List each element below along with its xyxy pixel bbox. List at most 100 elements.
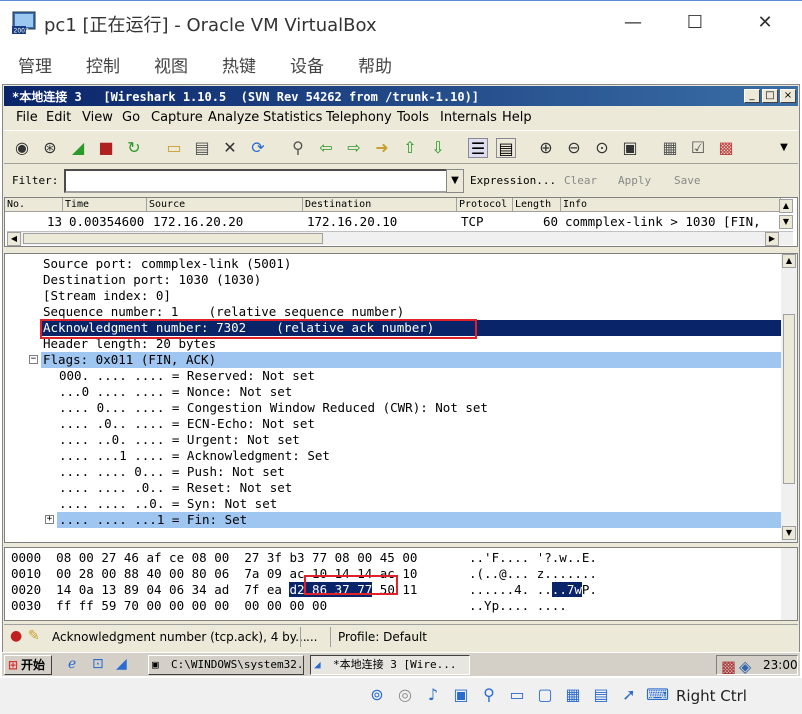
ascii-row[interactable]: ......4. ....7wP. — [469, 582, 597, 598]
detail-row[interactable]: .... ..0. .... = Urgent: Not set — [5, 432, 781, 448]
packet-protocol[interactable]: TCP — [461, 214, 484, 229]
detail-row[interactable]: [Stream index: 0] — [5, 288, 781, 304]
scroll-right-icon[interactable]: ▶ — [765, 232, 779, 246]
menu-internals[interactable]: Internals — [440, 110, 497, 125]
menu-statistics[interactable]: Statistics — [263, 110, 322, 125]
col-header-time[interactable]: Time — [63, 198, 147, 212]
desktop-icon[interactable]: ⊡ — [92, 656, 104, 672]
ascii-row[interactable]: .(..@... z....... — [469, 566, 597, 582]
col-header-no[interactable]: No. — [5, 198, 63, 212]
packet-length[interactable]: 60 — [543, 214, 558, 229]
display-icon[interactable]: ▢ — [534, 684, 556, 706]
scroll-up-icon[interactable]: ▲ — [779, 199, 793, 213]
col-header-source[interactable]: Source — [147, 198, 303, 212]
ws-maximize-button[interactable]: □ — [762, 89, 778, 103]
audio-icon[interactable]: ♪ — [422, 684, 444, 706]
menu-manage[interactable]: 管理 — [18, 52, 52, 77]
packet-no[interactable]: 13 — [47, 214, 62, 229]
recording-icon[interactable]: ▦ — [562, 684, 584, 706]
expand-icon[interactable]: + — [45, 515, 54, 524]
restart-capture-icon[interactable]: ↻ — [124, 138, 144, 158]
go-back-icon[interactable]: ⇦ — [316, 138, 336, 158]
hard-disk-icon[interactable]: ⊚ — [366, 684, 388, 706]
ascii-row[interactable]: ..'F.... '?.w..E. — [469, 550, 597, 566]
open-file-icon[interactable]: ▭ — [164, 138, 184, 158]
start-button[interactable]: ⊞ 开始 — [4, 655, 52, 675]
go-forward-icon[interactable]: ⇨ — [344, 138, 364, 158]
colorize-icon[interactable]: ☰ — [468, 138, 488, 158]
hscroll-thumb[interactable] — [23, 233, 323, 244]
scroll-left-icon[interactable]: ◀ — [7, 232, 21, 246]
bytes-vscroll[interactable] — [781, 548, 797, 620]
task-cmd[interactable]: ▣ C:\WINDOWS\system32... — [148, 655, 304, 675]
menu-telephony[interactable]: Telephony — [326, 110, 392, 125]
filter-dropdown-icon[interactable]: ▼ — [446, 169, 464, 193]
ascii-row[interactable]: ..Yp.... .... — [469, 598, 567, 614]
status-profile[interactable]: Profile: Default — [338, 630, 427, 644]
detail-row[interactable]: .... .... ..0. = Syn: Not set — [5, 496, 781, 512]
detail-row[interactable]: ...0 .... .... = Nonce: Not set — [5, 384, 781, 400]
resize-columns-icon[interactable]: ▣ — [620, 138, 640, 158]
menu-file[interactable]: File — [16, 110, 38, 125]
interfaces-icon[interactable]: ◉ — [12, 138, 32, 158]
start-capture-icon[interactable]: ◢ — [68, 138, 88, 158]
close-file-icon[interactable]: ✕ — [220, 138, 240, 158]
col-header-info[interactable]: Info — [561, 198, 781, 212]
menu-help[interactable]: Help — [502, 110, 532, 125]
capture-filters-icon[interactable]: ▦ — [660, 138, 680, 158]
usb-icon[interactable]: ⚲ — [478, 684, 500, 706]
clear-button[interactable]: Clear — [564, 174, 597, 187]
first-packet-icon[interactable]: ⇧ — [400, 138, 420, 158]
zoom-out-icon[interactable]: ⊖ — [564, 138, 584, 158]
packet-bytes[interactable]: 0000 08 00 27 46 af ce 08 00 27 3f b3 77… — [4, 547, 798, 621]
packet-time[interactable]: 0.00354600 — [69, 214, 144, 229]
menu-tools[interactable]: Tools — [397, 110, 429, 125]
minimize-button[interactable]: — — [610, 9, 656, 37]
network-icon[interactable]: ▣ — [450, 684, 472, 706]
packet-source[interactable]: 172.16.20.20 — [153, 214, 243, 229]
filter-input[interactable] — [64, 169, 448, 193]
display-filters-icon[interactable]: ☑ — [688, 138, 708, 158]
ws-minimize-button[interactable]: _ — [744, 89, 760, 103]
maximize-button[interactable]: ☐ — [672, 9, 718, 37]
packet-info[interactable]: commplex-link > 1030 [FIN, — [565, 214, 761, 229]
hex-row[interactable]: 0000 08 00 27 46 af ce 08 00 27 3f b3 77… — [11, 550, 417, 566]
hex-row[interactable]: 0030 ff ff 59 70 00 00 00 00 00 00 00 00 — [11, 598, 327, 614]
detail-row[interactable]: + .... .... ...1 = Fin: Set — [45, 512, 781, 528]
find-packet-icon[interactable]: ⚲ — [288, 138, 308, 158]
col-header-destination[interactable]: Destination — [303, 198, 457, 212]
zoom-in-icon[interactable]: ⊕ — [536, 138, 556, 158]
col-header-protocol[interactable]: Protocol — [457, 198, 513, 212]
menu-view[interactable]: View — [82, 110, 113, 125]
reload-icon[interactable]: ⟳ — [248, 138, 268, 158]
menu-view[interactable]: 视图 — [154, 52, 188, 77]
toolbar-overflow-icon[interactable]: ▼ — [774, 138, 794, 158]
scroll-down-icon[interactable]: ▼ — [782, 526, 796, 540]
cpu-icon[interactable]: ▤ — [590, 684, 612, 706]
expression-button[interactable]: Expression... — [470, 174, 556, 187]
col-header-length[interactable]: Length — [513, 198, 561, 212]
volume-tray-icon[interactable]: ◈ — [739, 657, 751, 676]
mouse-integration-icon[interactable]: ➚ — [618, 684, 640, 706]
detail-row[interactable]: Destination port: 1030 (1030) — [5, 272, 781, 288]
apply-button[interactable]: Apply — [618, 174, 651, 187]
detail-row[interactable]: Source port: commplex-link (5001) — [5, 256, 781, 272]
ie-icon[interactable]: ℯ — [68, 656, 76, 672]
packet-destination[interactable]: 172.16.20.10 — [307, 214, 397, 229]
menu-analyze[interactable]: Analyze — [208, 110, 259, 125]
detail-row[interactable]: Sequence number: 1 (relative sequence nu… — [5, 304, 781, 320]
stop-capture-icon[interactable]: ■ — [96, 138, 116, 158]
menu-devices[interactable]: 设备 — [290, 52, 324, 77]
packet-details[interactable]: Source port: commplex-link (5001) Destina… — [4, 253, 798, 543]
coloring-rules-icon[interactable]: ▩ — [716, 138, 736, 158]
menu-control[interactable]: 控制 — [86, 52, 120, 77]
scroll-up-icon[interactable]: ▲ — [782, 254, 796, 268]
detail-row[interactable]: .... ...1 .... = Acknowledgment: Set — [5, 448, 781, 464]
packet-list[interactable]: No. Time Source Destination Protocol Len… — [4, 197, 798, 247]
scroll-down-icon[interactable]: ▼ — [779, 215, 793, 229]
optical-drive-icon[interactable]: ◎ — [394, 684, 416, 706]
menu-go[interactable]: Go — [122, 110, 140, 125]
save-button[interactable]: Save — [674, 174, 701, 187]
auto-scroll-icon[interactable]: ▤ — [496, 138, 516, 158]
menu-help[interactable]: 帮助 — [358, 52, 392, 77]
